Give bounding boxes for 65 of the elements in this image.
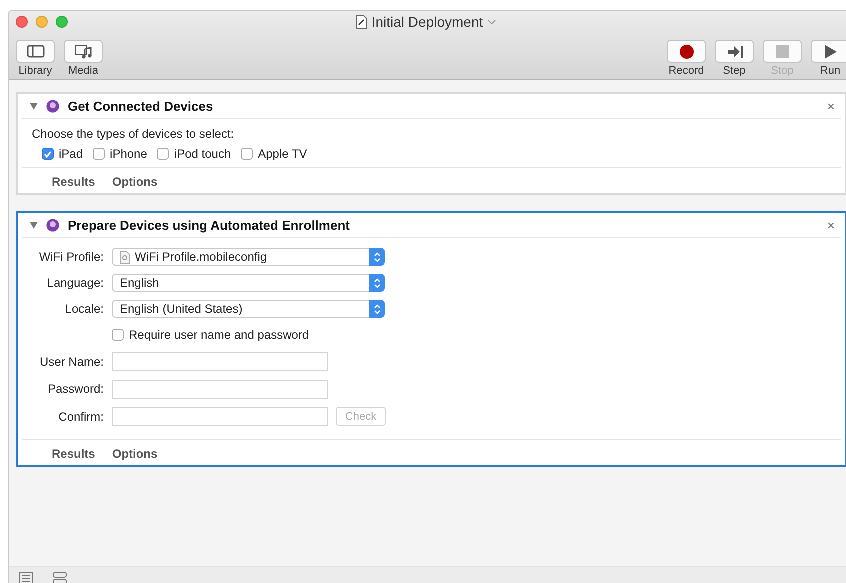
- field-label: WiFi Profile:: [38, 250, 104, 264]
- file-icon: [120, 250, 130, 264]
- checkbox-label: iPad: [59, 147, 84, 161]
- automator-icon: [46, 218, 60, 232]
- document-icon: [356, 15, 367, 29]
- play-icon: [824, 44, 836, 58]
- field-label: User Name:: [38, 354, 104, 369]
- checkbox-label: iPhone: [110, 147, 148, 161]
- split-view-icon[interactable]: [53, 572, 67, 583]
- close-icon[interactable]: ×: [827, 218, 835, 232]
- close-button[interactable]: [16, 16, 28, 28]
- stop-icon: [776, 45, 789, 58]
- toolbar-button[interactable]: [667, 40, 706, 63]
- footer-tab[interactable]: Results: [52, 446, 96, 460]
- list-icon[interactable]: [19, 572, 33, 583]
- toolbar-button[interactable]: [811, 40, 846, 63]
- toolbar-label: Media: [68, 65, 98, 77]
- toolbar-label: Step: [723, 65, 746, 77]
- stepper-icon: [374, 304, 380, 314]
- prompt-text: Choose the types of devices to select:: [32, 127, 236, 141]
- action-card[interactable]: [16, 211, 846, 466]
- popup-menu[interactable]: English: [112, 274, 385, 292]
- action-title: Prepare Devices using Automated Enrollment: [68, 218, 350, 232]
- field-label: Language:: [46, 276, 104, 290]
- toolbar-button[interactable]: [64, 40, 103, 63]
- field-label: Confirm:: [58, 410, 104, 424]
- action-card[interactable]: Get Connected Devices × Choose the types of devices to select: iPad iPhone iPod touch Apple TV Results Options: [16, 92, 846, 195]
- checkbox[interactable]: [93, 148, 106, 160]
- media-icon: [74, 44, 92, 58]
- footer-tab[interactable]: Results: [52, 175, 96, 189]
- sidebar-icon: [26, 45, 44, 58]
- record-icon: [680, 44, 694, 58]
- footer-tab[interactable]: Options: [112, 446, 158, 460]
- toolbar-label: Library: [18, 65, 52, 77]
- stepper-icon: [374, 252, 380, 262]
- checkbox-label: Require user name and password: [129, 328, 310, 342]
- disclosure-icon[interactable]: [30, 102, 38, 110]
- input-field[interactable]: [112, 352, 328, 372]
- toolbar-label: Record: [668, 65, 704, 77]
- popup-menu[interactable]: English (United States): [112, 300, 385, 318]
- window-title: Initial Deployment: [372, 14, 484, 30]
- checkbox[interactable]: [42, 148, 54, 160]
- field-label: Password:: [46, 382, 104, 396]
- checkbox[interactable]: [112, 329, 124, 341]
- input-field[interactable]: [112, 380, 328, 399]
- checkbox-label: Apple TV: [258, 147, 308, 161]
- toolbar-button[interactable]: [715, 40, 754, 63]
- step-icon: [726, 46, 742, 58]
- toolbar-label: Run: [820, 65, 841, 77]
- popup-menu[interactable]: WiFi Profile.mobileconfig: [112, 248, 385, 266]
- disclosure-icon[interactable]: [30, 222, 38, 228]
- automator-icon: [46, 99, 60, 113]
- chevron-icon: [488, 20, 496, 24]
- footer-tab[interactable]: Options: [112, 175, 158, 189]
- checkbox[interactable]: [241, 148, 254, 160]
- input-field[interactable]: [112, 407, 328, 426]
- toolbar-button[interactable]: [16, 40, 55, 63]
- checkbox[interactable]: [157, 148, 170, 160]
- close-icon[interactable]: ×: [827, 98, 835, 114]
- field-label: Locale:: [64, 302, 104, 316]
- zoom-button[interactable]: [56, 16, 68, 28]
- checkbox-label: iPod touch: [174, 147, 232, 161]
- stepper-icon: [374, 278, 380, 288]
- minimize-button[interactable]: [36, 16, 48, 28]
- action-title: Get Connected Devices: [68, 98, 214, 114]
